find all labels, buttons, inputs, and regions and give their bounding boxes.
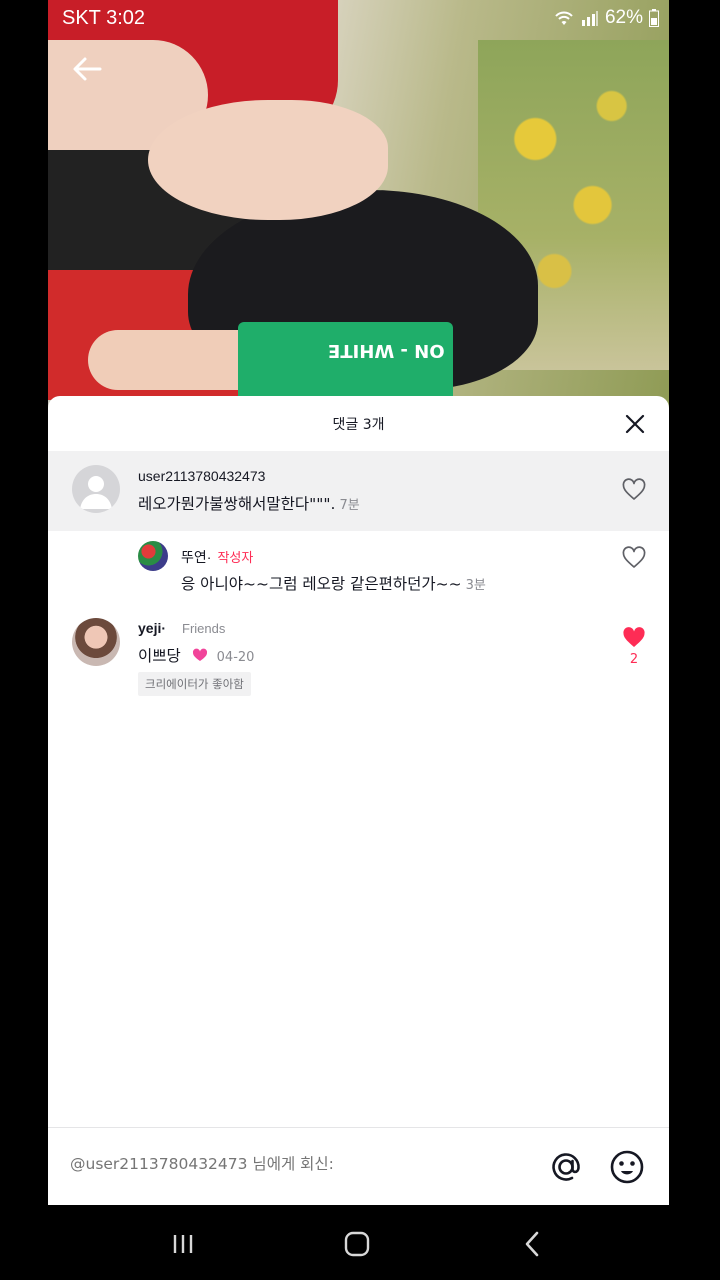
comment-username[interactable]: 뚜연·: [181, 549, 211, 565]
comment-username[interactable]: yeji·: [138, 620, 166, 636]
avatar-yeji[interactable]: [72, 618, 120, 666]
like-count: 2: [629, 652, 639, 667]
comment-text: 레오가뭔가불쌍해서말한다""".: [138, 495, 336, 513]
pink-heart-emoji-icon: [192, 648, 207, 661]
avatar-creator[interactable]: [138, 541, 168, 571]
home-icon[interactable]: [342, 1229, 372, 1259]
app-screen: ON - WHITE SKT 3:02 62% 댓글 3개 user211378…: [48, 0, 669, 1205]
comment-text-row: 이쁘당 04-20: [138, 644, 254, 666]
signal-icon: [581, 11, 598, 26]
photo-phone-case: [238, 322, 453, 402]
reply-input-bar: [48, 1127, 669, 1205]
heart-outline-icon[interactable]: [621, 545, 647, 571]
wifi-icon: [555, 11, 573, 25]
comment-item[interactable]: yeji· Friends 이쁘당 04-20 크리에이터가 좋아함 2: [48, 606, 669, 706]
recent-apps-icon[interactable]: [168, 1229, 198, 1259]
creator-label: 작성자: [217, 550, 254, 565]
comments-count-title: 댓글 3개: [332, 417, 385, 433]
reply-input[interactable]: [70, 1155, 530, 1173]
comment-username[interactable]: user2113780432473: [138, 468, 265, 484]
battery-percent: 62%: [604, 7, 643, 28]
comment-username-row: yeji· Friends: [138, 620, 225, 636]
comment-time: 7분: [339, 498, 360, 513]
comment-text-row: 레오가뭔가불쌍해서말한다""". 7분: [138, 492, 360, 514]
comment-item[interactable]: user2113780432473 레오가뭔가불쌍해서말한다""". 7분: [48, 451, 669, 531]
heart-filled-icon[interactable]: [621, 625, 647, 651]
status-right: 62%: [553, 7, 659, 29]
comments-sheet: 댓글 3개 user2113780432473 레오가뭔가불쌍해서말한다""".…: [48, 396, 669, 1205]
comment-text: 이쁘당: [138, 647, 181, 665]
photo-hand-peace: [148, 100, 388, 220]
user-silhouette-icon: [80, 476, 112, 509]
comment-text: 응 아니야~~그럼 레오랑 같은편하던가~~: [181, 575, 462, 593]
comment-time: 3분: [465, 578, 486, 593]
comment-text-row: 응 아니야~~그럼 레오랑 같은편하던가~~ 3분: [181, 572, 486, 594]
video-frame[interactable]: ON - WHITE SKT 3:02 62%: [48, 0, 669, 420]
reply-username-row: 뚜연· 작성자: [181, 547, 253, 567]
system-nav-bar: [0, 1205, 720, 1280]
mention-at-icon[interactable]: [548, 1149, 584, 1185]
heart-outline-icon[interactable]: [621, 477, 647, 503]
status-bar: SKT 3:02 62%: [48, 0, 669, 36]
status-carrier-time: SKT 3:02: [62, 7, 146, 29]
battery-icon: [649, 9, 659, 27]
back-nav-icon[interactable]: [518, 1229, 548, 1259]
friends-label: Friends: [182, 621, 226, 636]
back-arrow-icon[interactable]: [70, 52, 104, 86]
close-icon[interactable]: [623, 412, 647, 436]
comment-time: 04-20: [216, 650, 255, 665]
creator-liked-badge: 크리에이터가 좋아함: [138, 672, 251, 696]
emoji-smile-icon[interactable]: [609, 1149, 645, 1185]
avatar-default[interactable]: [72, 465, 120, 513]
photo-card-text: ON - WHITE: [328, 340, 445, 361]
comment-reply-item[interactable]: 뚜연· 작성자 응 아니야~~그럼 레오랑 같은편하던가~~ 3분: [48, 533, 669, 598]
